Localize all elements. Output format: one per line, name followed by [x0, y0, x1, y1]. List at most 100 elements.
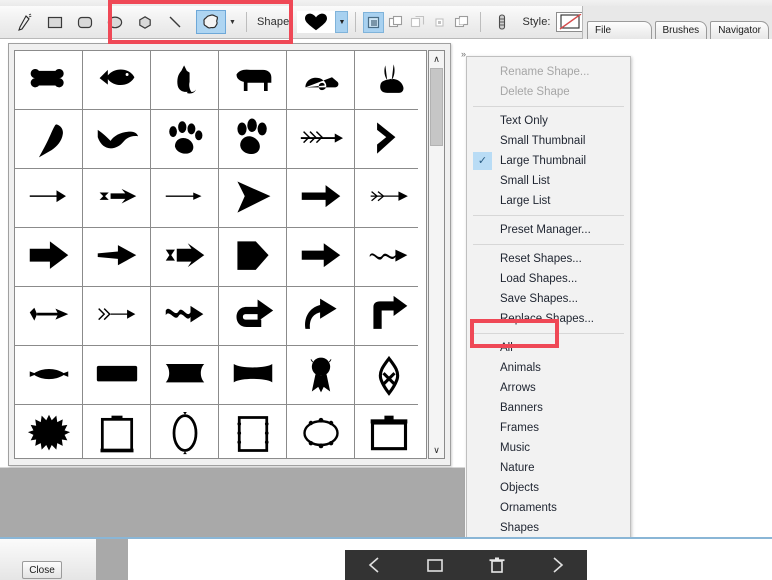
context-menu-item-save-shapes[interactable]: Save Shapes... [467, 289, 630, 309]
shape-cell-arrow-thin-long[interactable] [15, 169, 82, 227]
shape-cell-arrow-double-solid[interactable] [151, 228, 218, 286]
shape-cell-arrow-corner-right[interactable] [355, 287, 422, 345]
exclude-overlapping-areas-button[interactable] [451, 12, 472, 33]
shape-cell-arrow-tapered[interactable] [83, 228, 150, 286]
shape-cell-arrow-feather-right[interactable] [287, 110, 354, 168]
arrow-thin-long-icon [29, 190, 66, 203]
shape-cell-bird-parrot[interactable] [15, 110, 82, 168]
context-menu-item-nature[interactable]: Nature [467, 458, 630, 478]
context-menu-item-replace-shapes[interactable]: Replace Shapes... [467, 309, 630, 329]
polygon-tool-icon[interactable] [133, 11, 157, 33]
geometry-options-icon[interactable] [490, 11, 514, 33]
shape-cell-frame-rect-ornate[interactable] [219, 405, 286, 458]
intersect-shape-areas-button[interactable] [429, 12, 450, 33]
shape-cell-rabbit[interactable] [355, 51, 422, 109]
context-menu-item-banners[interactable]: Banners [467, 398, 630, 418]
delete-icon[interactable] [486, 555, 508, 575]
shape-cell-snail[interactable] [287, 51, 354, 109]
context-menu-item-ornaments[interactable]: Ornaments [467, 498, 630, 518]
shape-cell-frame-clipboard[interactable] [83, 405, 150, 458]
scroll-down-button[interactable]: ∨ [429, 442, 444, 458]
shape-cell-arrow-dart-line[interactable] [15, 287, 82, 345]
shape-cell-arrow-double-barbed[interactable] [83, 169, 150, 227]
shape-cell-chevron-arrow-right[interactable] [355, 110, 422, 168]
ellipse-tool-icon[interactable] [103, 11, 127, 33]
picker-scrollbar-thumb[interactable] [430, 68, 443, 146]
shape-cell-arrow-thin-right[interactable] [151, 169, 218, 227]
shape-cell-ribbon-awareness[interactable] [355, 346, 422, 404]
line-tool-icon[interactable] [163, 11, 187, 33]
context-menu-item-load-shapes[interactable]: Load Shapes... [467, 269, 630, 289]
scroll-up-button[interactable]: ∧ [429, 51, 444, 67]
context-menu-item-shapes[interactable]: Shapes [467, 518, 630, 538]
shape-cell-arrow-wave-double[interactable] [151, 287, 218, 345]
new-shape-layer-button[interactable] [363, 11, 385, 33]
shape-grid-viewport[interactable] [14, 50, 427, 459]
paw-print-4-icon [236, 118, 267, 155]
palette-tab-navigator[interactable]: Navigator [710, 21, 769, 39]
palette-tab-file-browser[interactable]: File Browser [587, 21, 652, 53]
chevron-left-icon[interactable] [365, 555, 385, 575]
context-menu-item-small-list[interactable]: Small List [467, 171, 630, 191]
shape-cell-sunburst-badge[interactable] [15, 405, 82, 458]
shape-cell-frame-oval-scallop[interactable] [287, 405, 354, 458]
banner-curved-thin-icon [29, 369, 68, 380]
rectangle-tool-icon[interactable] [43, 11, 67, 33]
shape-cell-arrow-solid-thick[interactable] [15, 228, 82, 286]
shape-cell-bone[interactable] [15, 51, 82, 109]
shape-cell-arrow-triangle-wide[interactable] [219, 169, 286, 227]
shape-cell-frame-picture[interactable] [355, 405, 422, 458]
shape-cell-arrow-curved-up[interactable] [287, 287, 354, 345]
context-menu-item-music[interactable]: Music [467, 438, 630, 458]
shape-cell-arrow-feather-double[interactable] [355, 169, 422, 227]
rounded-rectangle-tool-icon[interactable] [73, 11, 97, 33]
shape-cell-banner-rosette[interactable] [287, 346, 354, 404]
context-menu-item-small-thumbnail[interactable]: Small Thumbnail [467, 131, 630, 151]
menu-item-help[interactable]: Help [200, 0, 223, 3]
shape-cell-arrow-block-right[interactable] [287, 169, 354, 227]
context-menu-item-arrows[interactable]: Arrows [467, 378, 630, 398]
shape-preview-swatch[interactable] [297, 11, 336, 33]
custom-shape-dropdown-arrow[interactable]: ▼ [226, 12, 239, 32]
shape-cell-paw-print-5[interactable] [151, 110, 218, 168]
shape-cell-banner-curved-thin[interactable] [15, 346, 82, 404]
context-menu-item-large-list[interactable]: Large List [467, 191, 630, 211]
context-menu-item-text-only[interactable]: Text Only [467, 111, 630, 131]
context-menu-item-animals[interactable]: Animals [467, 358, 630, 378]
shape-cell-frame-oval-ornate[interactable] [151, 405, 218, 458]
pen-tool-icon[interactable] [12, 11, 36, 33]
shape-cell-banner-bowtie[interactable] [219, 346, 286, 404]
context-menu-item-objects[interactable]: Objects [467, 478, 630, 498]
add-to-shape-area-button[interactable] [385, 12, 406, 33]
shape-cell-arrow-u-turn[interactable] [219, 287, 286, 345]
context-menu-item-large-thumbnail[interactable]: ✓ Large Thumbnail [467, 151, 630, 171]
context-menu-item-reset-shapes[interactable]: Reset Shapes... [467, 249, 630, 269]
menu-item-view[interactable]: View [105, 0, 129, 3]
subtract-from-shape-area-button[interactable] [407, 12, 428, 33]
chevron-right-icon[interactable] [547, 555, 567, 575]
picker-vertical-scrollbar[interactable]: ∧ ∨ [428, 50, 445, 459]
menu-item-select[interactable]: Select [8, 0, 39, 3]
crop-icon[interactable] [424, 555, 446, 575]
custom-shape-tool-button[interactable] [196, 10, 226, 34]
close-button[interactable]: Close [22, 561, 62, 579]
shape-preview-dropdown-arrow[interactable]: ▼ [335, 11, 349, 33]
shape-cell-arrow-bold-right[interactable] [287, 228, 354, 286]
shape-cell-arrow-pentagon-block[interactable] [219, 228, 286, 286]
shape-cell-banner-solid-bar[interactable] [83, 346, 150, 404]
shape-cell-cat[interactable] [151, 51, 218, 109]
context-menu-item-preset-manager[interactable]: Preset Manager... [467, 220, 630, 240]
context-menu-item-frames[interactable]: Frames [467, 418, 630, 438]
shape-cell-fish[interactable] [83, 51, 150, 109]
shape-cell-banner-concave[interactable] [151, 346, 218, 404]
shape-cell-arrow-chevron-line[interactable] [83, 287, 150, 345]
shape-cell-dog[interactable] [219, 51, 286, 109]
bird-parrot-icon [35, 124, 63, 159]
menu-item-filter[interactable]: Filter [58, 0, 82, 3]
shape-cell-bird-flying[interactable] [83, 110, 150, 168]
shape-cell-arrow-squiggle[interactable] [355, 228, 422, 286]
context-menu-item-all[interactable]: All [467, 338, 630, 358]
shape-cell-paw-print-4[interactable] [219, 110, 286, 168]
menu-item-window[interactable]: Window [145, 0, 184, 3]
palette-tab-brushes[interactable]: Brushes [654, 21, 708, 39]
